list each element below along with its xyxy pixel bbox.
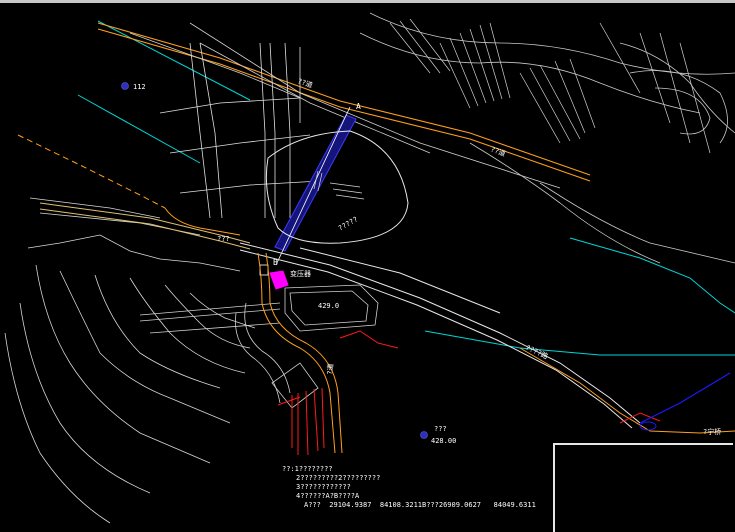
gate-label: ???: [217, 235, 230, 243]
marker-428-icon: [420, 431, 428, 439]
road-upper-band: [129, 22, 561, 189]
dashed-boundary-line: [17, 134, 166, 209]
marker-112-label: 112: [133, 83, 146, 91]
note-line-4: 4??????A?B????A: [296, 492, 360, 500]
yard-building: [139, 284, 379, 334]
hatch-upper-right: [389, 18, 711, 154]
road-main-se-orange: [519, 347, 735, 434]
note-line-1: ??:1????????: [282, 465, 333, 473]
marker-428-label: ???: [434, 425, 447, 433]
right-label: ?宁桥: [703, 427, 721, 436]
channel-axis: [275, 106, 351, 266]
note-line-3: 3????????????: [296, 483, 351, 491]
drawing-notes: ??:1???????? 2?????????2????????? 3?????…: [282, 465, 552, 531]
road-top-diagonal: [97, 22, 591, 182]
label-b: B: [273, 258, 278, 267]
transformer-label: 变压器: [290, 269, 311, 278]
contour-lines-left: [4, 197, 256, 524]
building-elevation: 429.0: [318, 302, 339, 310]
contours-upper-right: [359, 12, 735, 264]
transformer-box: [259, 264, 269, 276]
marker-112-icon: [121, 82, 129, 90]
dam-structure: [159, 42, 321, 219]
road-label-down: ?道: [325, 363, 335, 375]
cyan-river-line-lower: [424, 330, 735, 356]
cyan-river-line-right: [569, 237, 735, 314]
transformer-symbol: [269, 270, 289, 290]
note-line-5: A??? 29104.9387 84108.3211B???26909.0627…: [304, 501, 536, 509]
hill-hatching: [313, 170, 365, 200]
note-line-2: 2?????????2?????????: [296, 474, 381, 482]
road-label-top: ??道: [296, 76, 313, 89]
cad-drawing-viewport[interactable]: 112 A B ??道 ??道 ????路 ?道 ??? 变压器 429.0 ?…: [0, 0, 735, 532]
marker-428-elevation: 428.00: [431, 437, 456, 445]
label-a: A: [356, 102, 361, 111]
hill-label: ?????: [337, 215, 359, 232]
blue-line-right: [639, 372, 731, 424]
layout-viewport-frame[interactable]: [553, 443, 733, 532]
cyan-river-line-2: [77, 94, 201, 164]
road-winding: [257, 252, 343, 454]
